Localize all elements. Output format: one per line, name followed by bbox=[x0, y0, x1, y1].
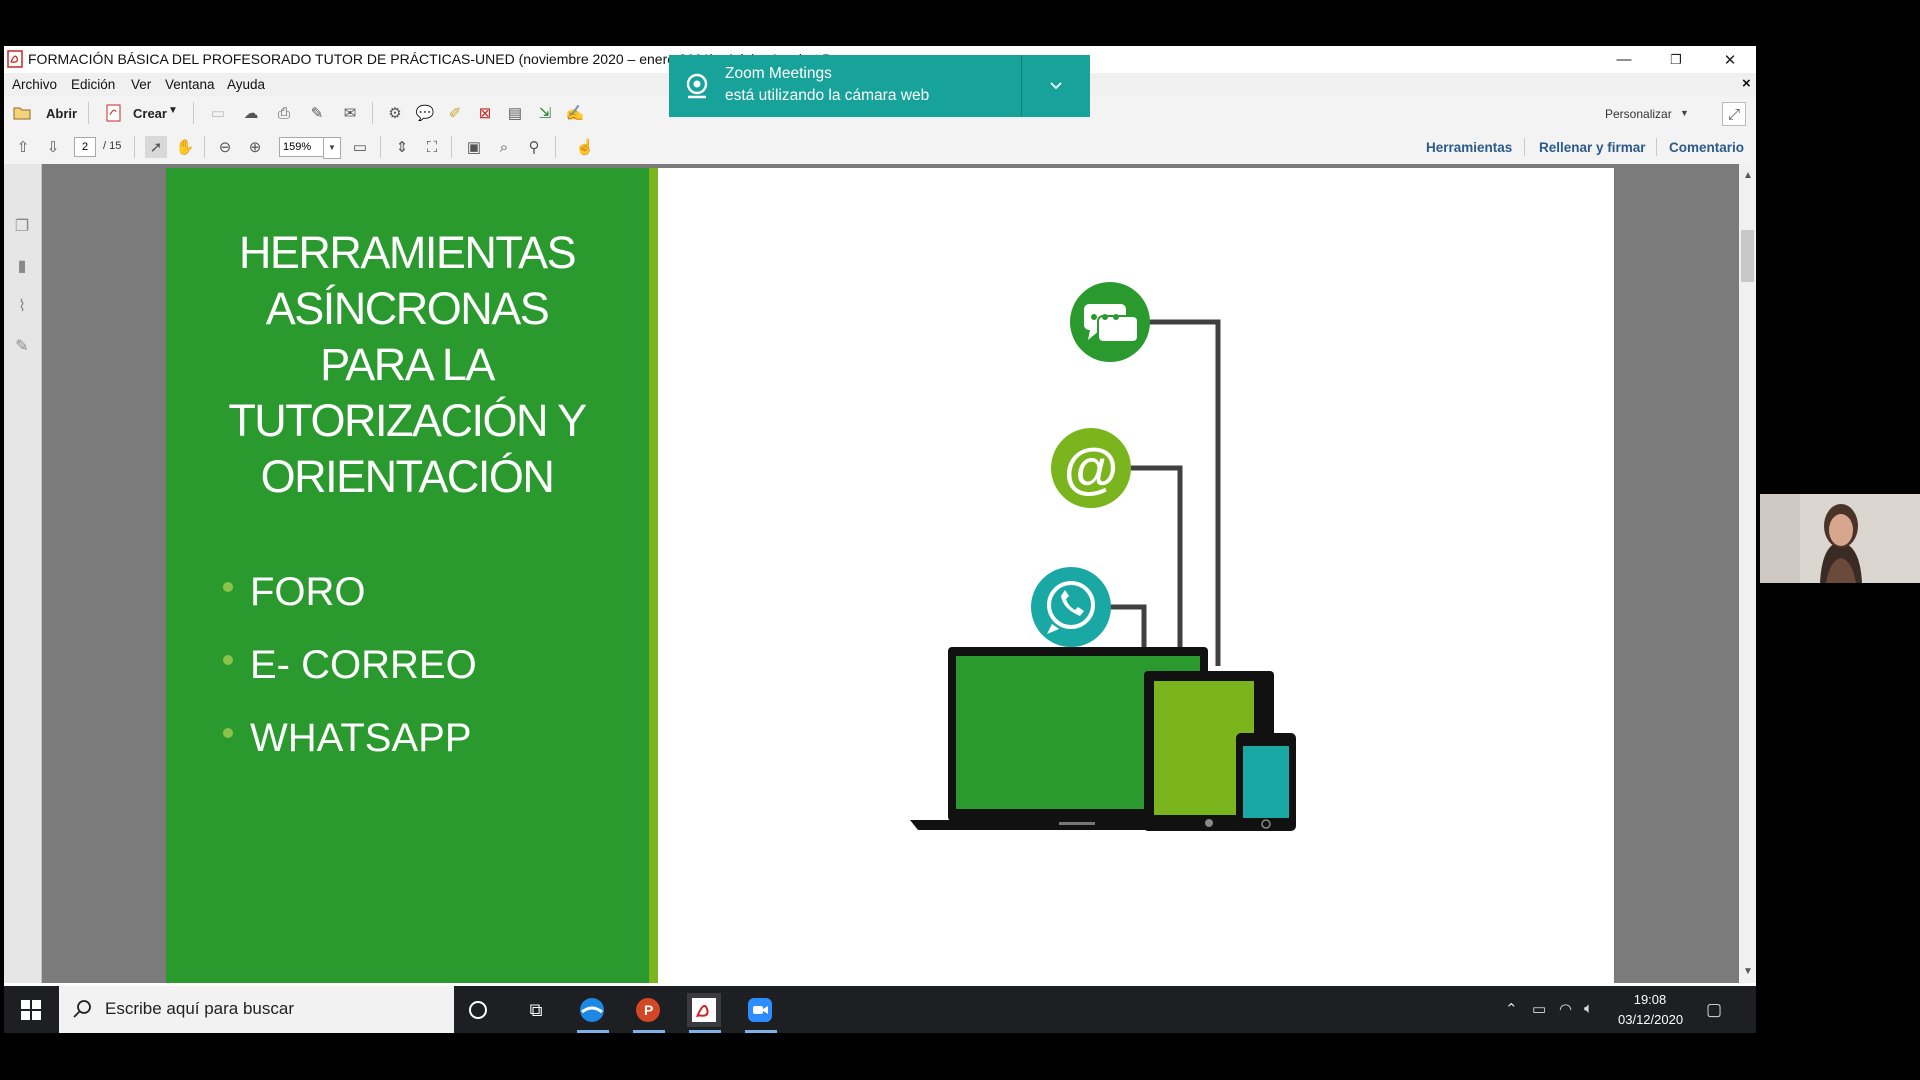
snapshot-icon[interactable]: ▣ bbox=[463, 136, 485, 158]
clock-time: 19:08 bbox=[1633, 992, 1667, 1007]
chevron-down-icon[interactable]: ▼ bbox=[1680, 108, 1689, 118]
svg-text:P: P bbox=[644, 1002, 653, 1018]
attachments-icon[interactable]: ⌇ bbox=[12, 296, 32, 316]
print-icon[interactable]: ⎙ bbox=[273, 102, 295, 124]
left-navigation-pane: ❐ ▮ ⌇ ✎ bbox=[4, 164, 42, 983]
battery-icon[interactable]: ▭ bbox=[1532, 1000, 1546, 1018]
previous-page-icon[interactable]: ⇧ bbox=[12, 136, 34, 158]
delete-page-icon[interactable]: ⊠ bbox=[474, 102, 496, 124]
comment-link[interactable]: Comentario bbox=[1669, 140, 1744, 155]
navigation-toolbar: ⇧ ⇩ / 15 ➚ ✋ ⊖ ⊕ ▼ ▭ ⇕ ⛶ ▣ ⌕ ⚲ ☝ Herrami… bbox=[4, 130, 1756, 165]
windows-taskbar: Escribe aquí para buscar ⧉ P ⌃ ▭ ◠ 🔈︎ 19… bbox=[4, 986, 1756, 1033]
expand-icon[interactable]: ⤢ bbox=[1722, 102, 1746, 126]
windows-start-icon[interactable] bbox=[21, 1000, 41, 1020]
acrobat-icon bbox=[7, 50, 23, 68]
full-screen-icon[interactable]: ⛶ bbox=[421, 136, 443, 158]
menu-edicion[interactable]: Edición bbox=[71, 77, 115, 92]
folder-open-icon[interactable] bbox=[12, 102, 34, 124]
binoculars-icon[interactable]: ⚲ bbox=[523, 136, 545, 158]
fill-and-sign-link[interactable]: Rellenar y firmar bbox=[1539, 140, 1646, 155]
save-icon[interactable]: ▭ bbox=[207, 102, 229, 124]
zoom-level-input[interactable] bbox=[279, 137, 325, 157]
zoom-app-icon[interactable] bbox=[743, 993, 777, 1027]
volume-icon[interactable]: 🔈︎ bbox=[1584, 1000, 1593, 1017]
acrobat-app-icon[interactable] bbox=[687, 993, 721, 1027]
restore-button[interactable]: ❐ bbox=[1653, 46, 1699, 73]
signatures-icon[interactable]: ✎ bbox=[12, 336, 32, 356]
svg-text:@: @ bbox=[1064, 436, 1119, 499]
minimize-button[interactable]: — bbox=[1601, 46, 1647, 73]
fit-page-icon[interactable]: ⇕ bbox=[391, 136, 413, 158]
page-number-input[interactable] bbox=[74, 137, 96, 157]
clock-date: 03/12/2020 bbox=[1618, 1012, 1684, 1027]
wifi-icon[interactable]: ◠ bbox=[1559, 1000, 1572, 1018]
powerpoint-app-icon[interactable]: P bbox=[631, 993, 665, 1027]
chevron-down-icon[interactable] bbox=[1049, 81, 1063, 91]
search-icon[interactable]: ⌕ bbox=[493, 136, 515, 158]
extract-icon[interactable]: ▤ bbox=[504, 102, 526, 124]
scroll-down-icon[interactable]: ▼ bbox=[1743, 966, 1753, 977]
menu-archivo[interactable]: Archivo bbox=[12, 77, 57, 92]
edit-icon[interactable]: ✎ bbox=[306, 102, 328, 124]
zoom-dropdown-icon[interactable]: ▼ bbox=[323, 137, 341, 159]
menu-ver[interactable]: Ver bbox=[131, 77, 151, 92]
page-thumbnails-icon[interactable]: ❐ bbox=[12, 216, 32, 236]
hand-tool-icon[interactable]: ✋ bbox=[174, 136, 196, 158]
page-layout-icon[interactable]: ▭ bbox=[349, 136, 371, 158]
menu-ventana[interactable]: Ventana bbox=[165, 77, 215, 92]
scroll-up-icon[interactable]: ▲ bbox=[1743, 170, 1753, 181]
next-page-icon[interactable]: ⇩ bbox=[42, 136, 64, 158]
taskbar-clock[interactable]: 19:08 03/12/2020 bbox=[1618, 990, 1684, 1030]
whatsapp-icon bbox=[1031, 567, 1111, 647]
cloud-upload-icon[interactable]: ☁ bbox=[240, 102, 262, 124]
notification-center-icon[interactable]: ▢ bbox=[1706, 1000, 1722, 1020]
notification-message: está utilizando la cámara web bbox=[725, 87, 930, 104]
acrobat-window: FORMACIÓN BÁSICA DEL PROFESORADO TUTOR D… bbox=[4, 46, 1756, 1033]
settings-gear-icon[interactable]: ⚙ bbox=[384, 102, 406, 124]
menu-ayuda[interactable]: Ayuda bbox=[227, 77, 265, 92]
tools-link[interactable]: Herramientas bbox=[1426, 140, 1512, 155]
sign-icon[interactable]: ✍ bbox=[564, 102, 586, 124]
close-button[interactable]: ✕ bbox=[1707, 46, 1753, 73]
show-hidden-icons-icon[interactable]: ⌃ bbox=[1505, 1000, 1518, 1018]
search-icon bbox=[73, 1000, 91, 1018]
customize-button[interactable]: Personalizar bbox=[1605, 107, 1672, 121]
devices-illustration: @ bbox=[910, 282, 1296, 831]
chevron-down-icon[interactable]: ▼ bbox=[168, 105, 178, 116]
webcam-video-thumbnail bbox=[1760, 494, 1920, 583]
cortana-icon[interactable] bbox=[461, 993, 495, 1027]
browser-app-icon[interactable] bbox=[575, 993, 609, 1027]
notification-app-name: Zoom Meetings bbox=[725, 65, 832, 82]
zoom-out-icon[interactable]: ⊖ bbox=[214, 136, 236, 158]
comment-icon[interactable]: 💬 bbox=[414, 102, 436, 124]
open-button[interactable]: Abrir bbox=[46, 106, 77, 121]
participant-video bbox=[1760, 494, 1920, 583]
page-total: / 15 bbox=[103, 140, 122, 152]
email-icon[interactable]: ✉ bbox=[339, 102, 361, 124]
zoom-in-icon[interactable]: ⊕ bbox=[244, 136, 266, 158]
create-pdf-icon[interactable] bbox=[103, 102, 125, 124]
scroll-thumb[interactable] bbox=[1741, 230, 1754, 282]
taskbar-search-box[interactable]: Escribe aquí para buscar bbox=[59, 986, 454, 1033]
select-cursor-icon[interactable]: ➚ bbox=[145, 136, 167, 158]
pdf-page: HERRAMIENTAS ASÍNCRONAS PARA LA TUTORIZA… bbox=[166, 168, 1614, 983]
vertical-scrollbar[interactable]: ▲ ▼ bbox=[1739, 164, 1756, 983]
zoom-camera-notification[interactable]: Zoom Meetings está utilizando la cámara … bbox=[669, 55, 1090, 117]
export-icon[interactable]: ⇲ bbox=[534, 102, 556, 124]
touch-mode-icon[interactable]: ☝ bbox=[574, 136, 596, 158]
task-view-icon[interactable]: ⧉ bbox=[519, 993, 553, 1027]
create-button[interactable]: Crear bbox=[133, 106, 167, 121]
webcam-icon bbox=[686, 73, 708, 99]
close-document-icon[interactable]: × bbox=[1742, 75, 1751, 92]
bookmarks-icon[interactable]: ▮ bbox=[12, 256, 32, 276]
highlight-icon[interactable]: ✐ bbox=[444, 102, 466, 124]
search-placeholder: Escribe aquí para buscar bbox=[105, 999, 294, 1018]
